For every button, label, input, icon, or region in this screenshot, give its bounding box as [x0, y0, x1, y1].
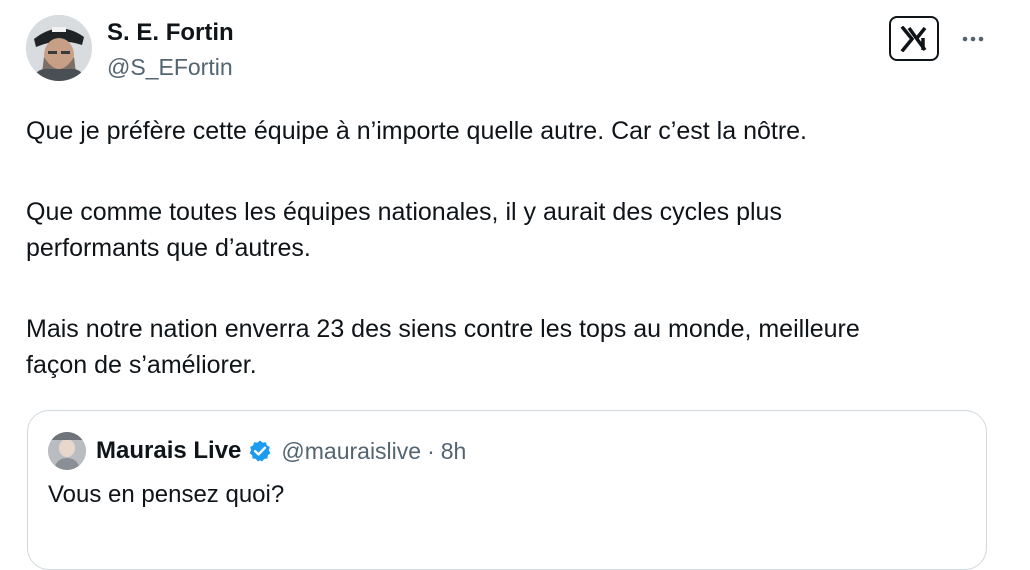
quoted-tweet-text: Vous en pensez quoi? — [48, 481, 285, 508]
quoted-tweet-card[interactable]: Maurais Live @mauraislive · 8h Vous en p… — [27, 410, 987, 570]
author-avatar[interactable] — [26, 15, 92, 81]
x-logo-glyph — [900, 25, 927, 52]
tweet-body: Que je préfère cette équipe à n’importe … — [26, 113, 1006, 383]
tweet-paragraph: façon de s’améliorer. — [26, 351, 257, 379]
author-avatar-image — [26, 15, 92, 81]
quoted-avatar-image — [48, 432, 86, 470]
tweet-paragraph: performants que d’autres. — [26, 234, 311, 262]
separator-dot: · — [427, 437, 435, 464]
author-handle[interactable]: @S_EFortin — [107, 52, 233, 82]
author-name[interactable]: S. E. Fortin — [107, 18, 234, 48]
x-logo-icon[interactable] — [889, 16, 939, 61]
verified-badge-icon — [248, 439, 272, 463]
quoted-tweet-header: Maurais Live @mauraislive · 8h — [96, 435, 466, 467]
quoted-author-name[interactable]: Maurais Live — [96, 437, 241, 465]
tweet-paragraph: Que comme toutes les équipes nationales,… — [26, 198, 782, 226]
tweet-paragraph: Que je préfère cette équipe à n’importe … — [26, 117, 807, 145]
more-options-button[interactable] — [953, 28, 993, 50]
quoted-tweet-time[interactable]: 8h — [441, 438, 467, 465]
quoted-author-handle[interactable]: @mauraislive — [281, 438, 421, 465]
quoted-author-avatar[interactable] — [48, 432, 86, 470]
tweet-paragraph: Mais notre nation enverra 23 des siens c… — [26, 315, 860, 343]
more-horizontal-icon — [962, 36, 984, 42]
